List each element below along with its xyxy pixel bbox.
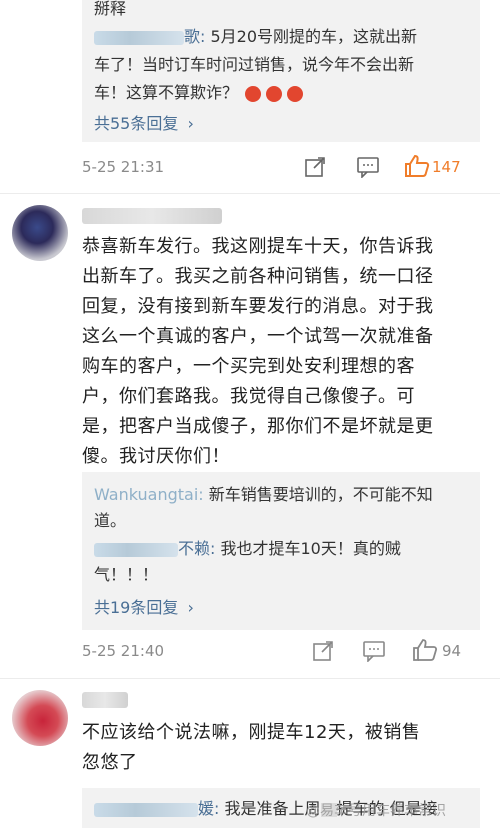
angry-emoji-icon	[266, 85, 283, 102]
reply-cut-line: 掰释	[94, 0, 474, 22]
avatar[interactable]	[12, 690, 68, 746]
reply-item[interactable]: 不赖: 我也才提车10天！真的贼	[94, 536, 474, 562]
comment-text-line: 傻。我讨厌你们！	[82, 446, 230, 467]
blurred-username[interactable]	[82, 208, 222, 224]
reply-text-line-last: 车！这算不算欺诈？	[94, 80, 474, 106]
comment-text-line: 是，把客户当成傻子，那你们不是坏就是更	[82, 416, 434, 437]
like-count: 147	[432, 158, 461, 176]
comment-time: 5-25 21:40	[82, 642, 165, 660]
reply-username[interactable]: 不赖:	[178, 539, 215, 558]
reply-cut-text: 掰释	[94, 0, 127, 18]
share-icon[interactable]	[304, 156, 328, 180]
divider	[0, 678, 500, 679]
comment-text: 不应该给个说法嘛，刚提车12天，被销售 忽悠了	[82, 718, 472, 778]
blurred-username[interactable]	[94, 30, 184, 45]
reply-text-line: 车了！当时订车时问过销售，说今年不会出新	[94, 55, 415, 74]
comment-text-line: 回复，没有接到新车要发行的消息。对于我	[82, 296, 434, 317]
reply-text: 我也才提车10天！真的贼	[215, 539, 401, 558]
comment-time: 5-25 21:31	[82, 158, 165, 176]
comment-text-line: 恭喜新车发行。我这刚提车十天，你告诉我	[82, 236, 434, 257]
reply-text: 5月20号刚提的车，这就出新	[205, 27, 418, 46]
reply-box: Wankuangtai: 新车销售要培训的，不可能不知 道。 不赖: 我也才提车…	[82, 472, 480, 630]
blurred-username[interactable]	[94, 802, 198, 817]
more-replies-link[interactable]: 共19条回复 ›	[94, 594, 194, 618]
blurred-username[interactable]	[94, 542, 178, 557]
avatar[interactable]	[12, 205, 68, 261]
reply-item[interactable]: 歌: 5月20号刚提的车，这就出新	[94, 24, 474, 50]
avatar-image	[12, 205, 68, 261]
thumbs-up-icon[interactable]	[412, 638, 438, 662]
comment-text-line: 购车的客户，一个买完到处安利理想的客	[82, 356, 415, 377]
reply-username[interactable]: 媛:	[198, 799, 219, 818]
chevron-right-icon: ›	[187, 114, 194, 133]
reply-username[interactable]: 歌:	[184, 27, 205, 46]
reply-item[interactable]: Wankuangtai: 新车销售要培训的，不可能不知	[94, 482, 474, 508]
more-replies-link[interactable]: 共55条回复 ›	[94, 110, 194, 134]
divider	[0, 193, 500, 194]
reply-username[interactable]: Wankuangtai:	[94, 485, 204, 504]
comment-text-line: 出新车了。我买之前各种问销售，统一口径	[82, 266, 434, 287]
blurred-username[interactable]	[82, 692, 128, 708]
angry-emoji-icon	[245, 85, 262, 102]
reply-text: 车！这算不算欺诈？	[94, 83, 239, 102]
watermark: @易车号用车养车常识	[306, 800, 446, 820]
more-replies-label[interactable]: 共55条回复	[94, 114, 178, 133]
reply-text-line: 气！！！	[94, 565, 159, 584]
like-count: 94	[442, 642, 462, 660]
reply-text: 新车销售要培训的，不可能不知	[203, 485, 433, 504]
comment-text-line: 忽悠了	[82, 752, 138, 773]
comment-icon[interactable]	[356, 156, 380, 180]
reply-text-line: 道。	[94, 511, 127, 530]
watermark-text: @易车号用车养车常识	[306, 803, 446, 819]
more-replies-label[interactable]: 共19条回复	[94, 598, 178, 617]
comment-icon[interactable]	[362, 640, 386, 664]
avatar-image	[12, 690, 68, 746]
comment-text-line: 户，你们套路我。我觉得自己像傻子。可	[82, 386, 415, 407]
share-icon[interactable]	[312, 640, 336, 664]
chevron-right-icon: ›	[187, 598, 194, 617]
comment-text-line: 不应该给个说法嘛，刚提车12天，被销售	[82, 722, 421, 743]
comment-text-line: 这么一个真诚的客户，一个试驾一次就准备	[82, 326, 434, 347]
comment-text: 恭喜新车发行。我这刚提车十天，你告诉我 出新车了。我买之前各种问销售，统一口径 …	[82, 232, 472, 472]
angry-emoji-icon	[287, 85, 304, 102]
thumbs-up-icon[interactable]	[404, 154, 430, 178]
reply-box-top: 掰释 歌: 5月20号刚提的车，这就出新 车了！当时订车时问过销售，说今年不会出…	[82, 0, 480, 142]
